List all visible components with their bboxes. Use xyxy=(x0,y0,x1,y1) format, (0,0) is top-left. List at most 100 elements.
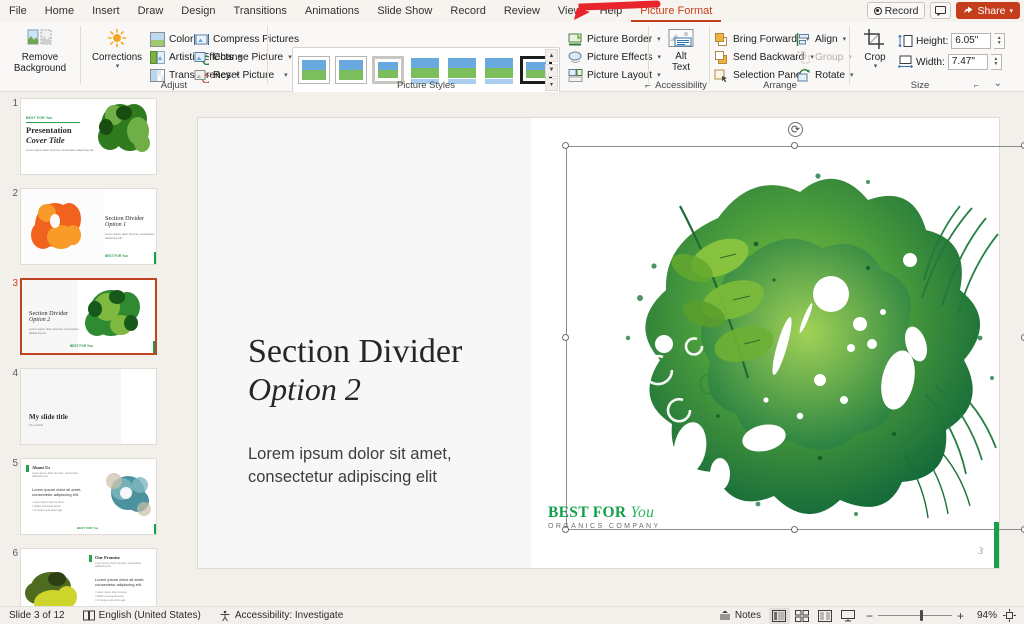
ribbon-group-accessibility: Alt Text ⌐ Accessibility xyxy=(652,22,710,92)
record-button[interactable]: Record xyxy=(867,2,926,19)
fit-to-window-icon xyxy=(1003,609,1016,622)
size-dialog-launcher[interactable]: ⌐ xyxy=(974,81,979,90)
tab-animations[interactable]: Animations xyxy=(296,0,368,22)
rotation-handle[interactable]: ⟳ xyxy=(788,122,803,137)
crop-icon xyxy=(863,28,887,50)
accessibility-status[interactable]: Accessibility: Investigate xyxy=(210,607,352,624)
zoom-track[interactable] xyxy=(878,615,952,616)
alt-text-icon xyxy=(667,28,695,50)
ribbon-group-size: Crop ▾ Height: 6.05" ▲▼ Width: 7.4 xyxy=(850,22,1010,92)
picture-layout-label: Picture Layout xyxy=(587,70,652,81)
crop-label: Crop xyxy=(864,52,885,63)
rotate-label: Rotate xyxy=(815,70,845,81)
tab-draw[interactable]: Draw xyxy=(129,0,173,22)
ribbon-group-adjust: Remove Background Corrections ▾ Color xyxy=(0,22,268,92)
tab-insert[interactable]: Insert xyxy=(83,0,129,22)
chevron-down-icon: ▾ xyxy=(874,63,878,71)
gallery-scroll-down-icon[interactable]: ▼ xyxy=(545,64,558,77)
picture-object[interactable] xyxy=(568,148,1023,528)
view-slide-show-button[interactable] xyxy=(838,608,859,624)
view-slide-sorter-button[interactable] xyxy=(792,608,813,624)
change-picture-icon xyxy=(194,50,209,65)
chevron-down-icon: ▾ xyxy=(116,63,120,71)
accessibility-icon xyxy=(219,610,231,622)
view-reading-button[interactable] xyxy=(815,608,836,624)
thumb-body: Lorem ipsum dolor sit amet, consectetur … xyxy=(105,232,155,241)
slide-thumbnail-canvas: Our Promise Lorem ipsum dolor sit amet, … xyxy=(20,548,157,606)
remove-background-label-2: Background xyxy=(14,63,66,74)
slide-subtitle-line-2: consectetur adipiscing elit xyxy=(248,466,548,489)
zoom-out-button[interactable]: − xyxy=(866,609,873,623)
tab-transitions[interactable]: Transitions xyxy=(225,0,296,22)
selection-pane-label: Selection Pane xyxy=(733,70,802,81)
tab-home[interactable]: Home xyxy=(36,0,83,22)
alt-text-button[interactable]: Alt Text xyxy=(660,28,702,74)
tab-help[interactable]: Help xyxy=(591,0,632,22)
slide-thumbnail-canvas: Section Divider Option 2 Lorem ipsum dol… xyxy=(20,278,157,355)
slide-title-text[interactable]: Section Divider Option 2 xyxy=(248,333,578,409)
resize-handle-n[interactable] xyxy=(791,142,798,149)
slide-title-line-1: Section Divider xyxy=(248,333,578,371)
thumb-title-2: Option 1 xyxy=(105,222,155,229)
status-bar-right: Notes xyxy=(713,607,1020,624)
crop-button[interactable]: Crop ▾ xyxy=(858,28,892,71)
gallery-scroll-up-icon[interactable]: ▲ xyxy=(545,49,558,62)
share-icon xyxy=(963,6,974,16)
thumb-logo: BEST FOR You xyxy=(105,254,128,258)
group-label-arrange: Arrange xyxy=(710,80,850,91)
fit-slide-to-window-button[interactable] xyxy=(999,608,1020,624)
thumb-body: Lorem ipsum dolor sit amet, consectetur … xyxy=(26,148,96,152)
slide-subtitle-text[interactable]: Lorem ipsum dolor sit amet, consectetur … xyxy=(248,443,548,490)
resize-handle-s[interactable] xyxy=(791,526,798,533)
slide-logo: BEST FOR You ORGANICS COMPANY xyxy=(548,504,661,530)
zoom-slider[interactable]: − + xyxy=(866,609,964,623)
tab-slide-show[interactable]: Slide Show xyxy=(368,0,441,22)
slide-thumbnail-canvas: My slide title My subtitle xyxy=(20,368,157,445)
height-input[interactable]: 6.05" xyxy=(951,33,991,49)
zoom-knob[interactable] xyxy=(920,610,923,621)
thumb-title-1: Section Divider xyxy=(105,215,155,222)
tab-view[interactable]: View xyxy=(549,0,591,22)
thumb-body: Lorem ipsum dolor sit amet, consectetur … xyxy=(32,472,90,480)
remove-background-icon xyxy=(27,28,53,50)
width-icon xyxy=(898,55,913,70)
height-stepper[interactable]: ▲▼ xyxy=(994,33,1005,49)
view-normal-button[interactable] xyxy=(769,608,790,624)
share-label: Share xyxy=(977,5,1005,17)
slide-canvas[interactable]: ⟳ Section Divider Option 2 Lorem ipsum d… xyxy=(197,117,1000,569)
tab-design[interactable]: Design xyxy=(172,0,224,22)
comments-button[interactable] xyxy=(930,2,951,19)
corrections-icon xyxy=(106,28,128,50)
tab-file[interactable]: File xyxy=(0,0,36,22)
artistic-effects-icon xyxy=(150,50,165,65)
align-icon xyxy=(796,32,811,47)
resize-handle-nw[interactable] xyxy=(562,142,569,149)
slide-edit-area[interactable]: ⟳ Section Divider Option 2 Lorem ipsum d… xyxy=(180,92,1024,606)
slide-thumbnail-pane[interactable]: 1 BEST FOR You Presentation Cover Title … xyxy=(0,92,180,606)
slide-number: 2 xyxy=(4,188,18,199)
chevron-down-icon: ▾ xyxy=(843,35,847,43)
remove-background-button[interactable]: Remove Background xyxy=(8,28,72,75)
thumb-body: Lorem ipsum dolor sit amet, consectetur … xyxy=(29,327,83,336)
share-button[interactable]: Share ▾ xyxy=(956,2,1020,19)
language-indicator[interactable]: English (United States) xyxy=(74,607,210,624)
tab-picture-format[interactable]: Picture Format xyxy=(631,0,721,22)
corrections-button[interactable]: Corrections ▾ xyxy=(88,28,146,71)
width-input[interactable]: 7.47" xyxy=(948,54,988,70)
group-label-picture-styles: Picture Styles xyxy=(292,80,560,91)
width-stepper[interactable]: ▲▼ xyxy=(991,54,1002,70)
slide-page-number: 3 xyxy=(979,546,984,556)
picture-effects-icon xyxy=(568,50,583,65)
accessibility-dialog-launcher[interactable]: ⌐ xyxy=(646,81,651,90)
notes-button[interactable]: Notes xyxy=(713,607,767,624)
slide-counter[interactable]: Slide 3 of 12 xyxy=(0,607,74,624)
thumb-title-2: Option 2 xyxy=(29,317,83,324)
tab-record[interactable]: Record xyxy=(441,0,494,22)
zoom-in-button[interactable]: + xyxy=(957,609,964,623)
align-button[interactable]: Align ▾ xyxy=(796,30,854,48)
group-button: Group ▾ xyxy=(796,48,854,66)
collapse-ribbon-button[interactable]: ⌄ xyxy=(994,78,1002,89)
tab-review[interactable]: Review xyxy=(495,0,549,22)
send-backward-icon xyxy=(714,50,729,65)
slide-thumbnail-canvas: BEST FOR You Presentation Cover Title Lo… xyxy=(20,98,157,175)
